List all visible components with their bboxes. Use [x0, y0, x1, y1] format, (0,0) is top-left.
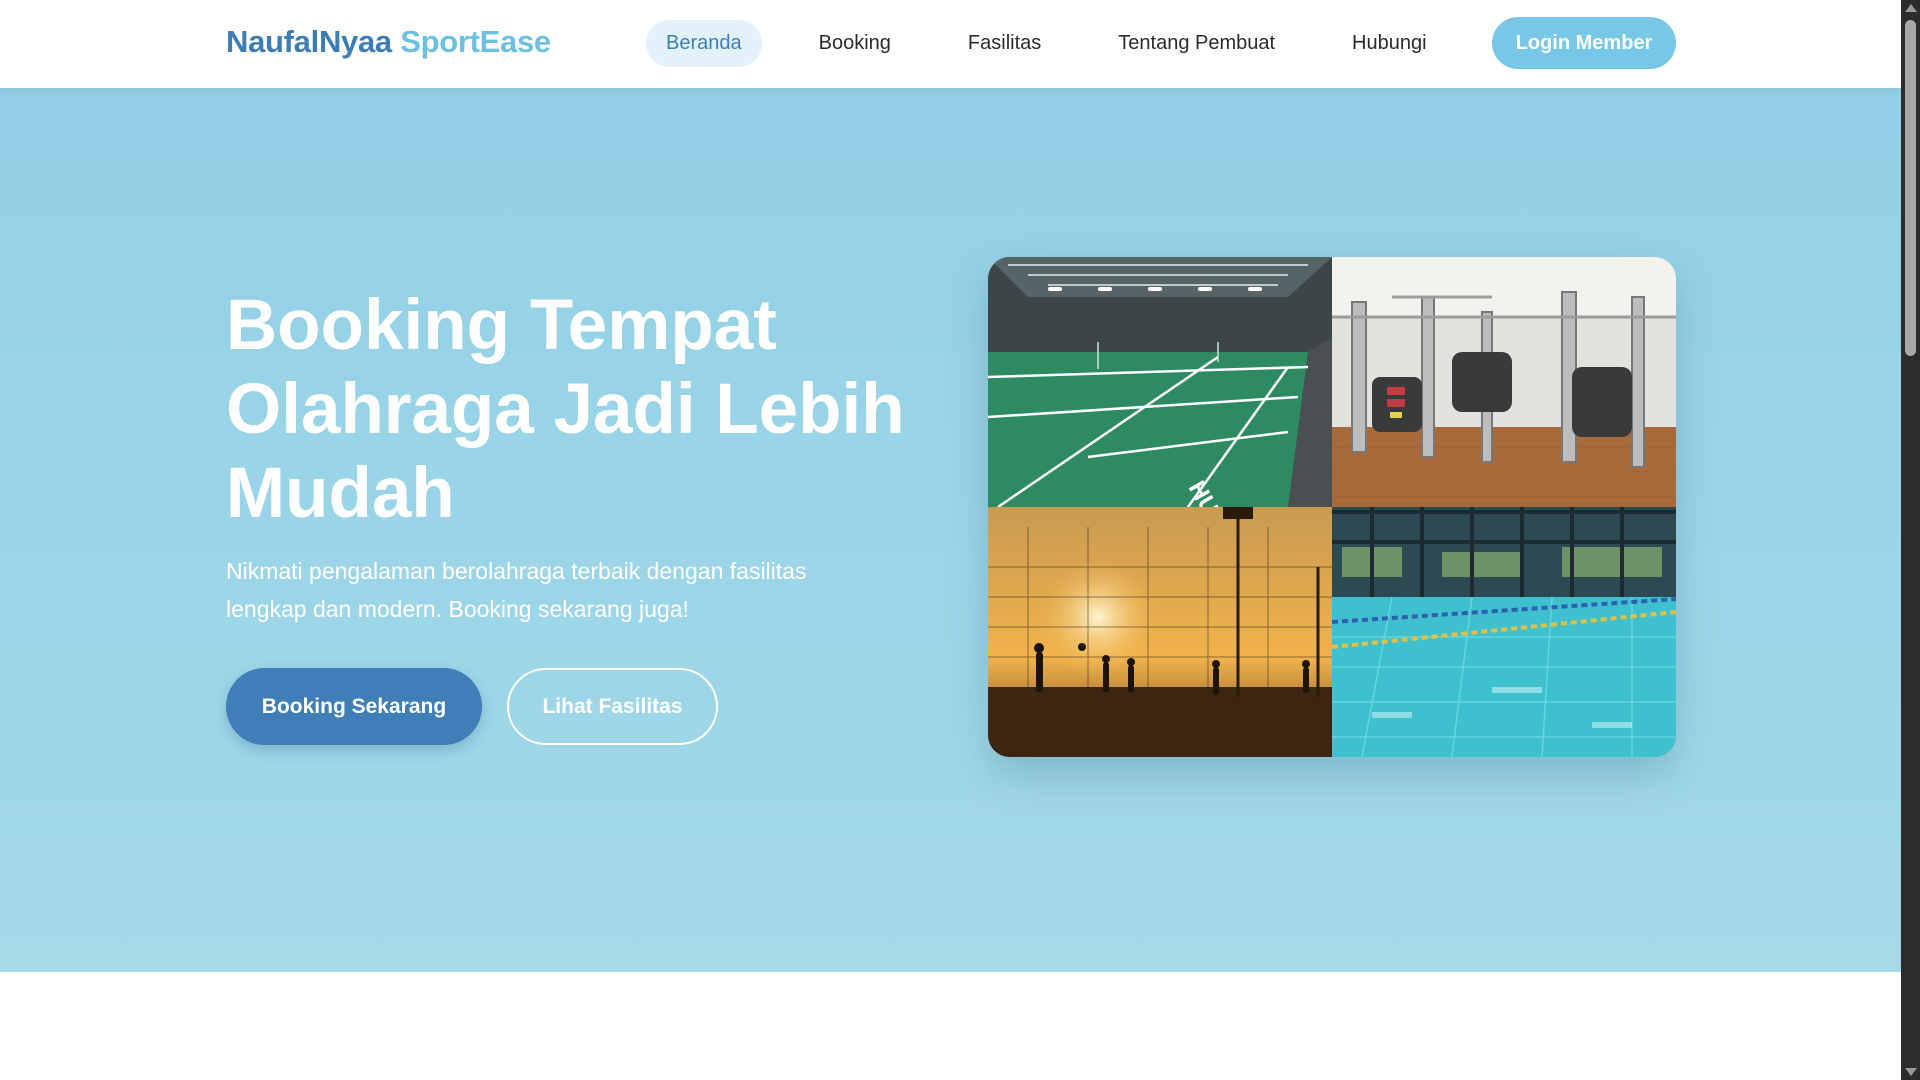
lihat-fasilitas-button[interactable]: Lihat Fasilitas: [507, 668, 718, 745]
scroll-down-icon[interactable]: [1905, 1068, 1917, 1076]
swimming-pool-image: [1332, 507, 1676, 757]
hero-section: Booking Tempat Olahraga Jadi Lebih Mudah…: [0, 88, 1901, 972]
booking-sekarang-button[interactable]: Booking Sekarang: [226, 668, 482, 745]
facility-collage: HUNDRED: [988, 257, 1676, 757]
nav-item-fasilitas[interactable]: Fasilitas: [948, 20, 1061, 67]
hero-title: Booking Tempat Olahraga Jadi Lebih Mudah: [226, 286, 905, 533]
brand-name-primary: NaufalNyaa: [226, 24, 392, 59]
badminton-court-image: HUNDRED: [988, 257, 1332, 507]
navbar: NaufalNyaa SportEase Beranda Booking Fas…: [0, 0, 1901, 88]
hero-subtitle: Nikmati pengalaman berolahraga terbaik d…: [226, 558, 807, 622]
nav-item-hubungi[interactable]: Hubungi: [1332, 20, 1447, 67]
nav-item-tentang-pembuat[interactable]: Tentang Pembuat: [1098, 20, 1295, 67]
brand-name-secondary: SportEase: [400, 24, 551, 59]
scroll-up-icon[interactable]: [1905, 4, 1917, 12]
gym-equipment-image: [1332, 257, 1676, 507]
nav-links: Beranda Booking Fasilitas Tentang Pembua…: [646, 20, 1484, 67]
page: NaufalNyaa SportEase Beranda Booking Fas…: [0, 0, 1901, 1080]
next-section: [0, 972, 1901, 1080]
brand-logo[interactable]: NaufalNyaa SportEase: [226, 24, 551, 60]
nav-item-beranda[interactable]: Beranda: [646, 20, 762, 67]
vertical-scrollbar[interactable]: [1901, 0, 1920, 1080]
nav-item-booking[interactable]: Booking: [799, 20, 911, 67]
login-member-button[interactable]: Login Member: [1492, 17, 1676, 69]
outdoor-court-sunset-image: [988, 507, 1332, 757]
scroll-thumb[interactable]: [1905, 20, 1916, 356]
